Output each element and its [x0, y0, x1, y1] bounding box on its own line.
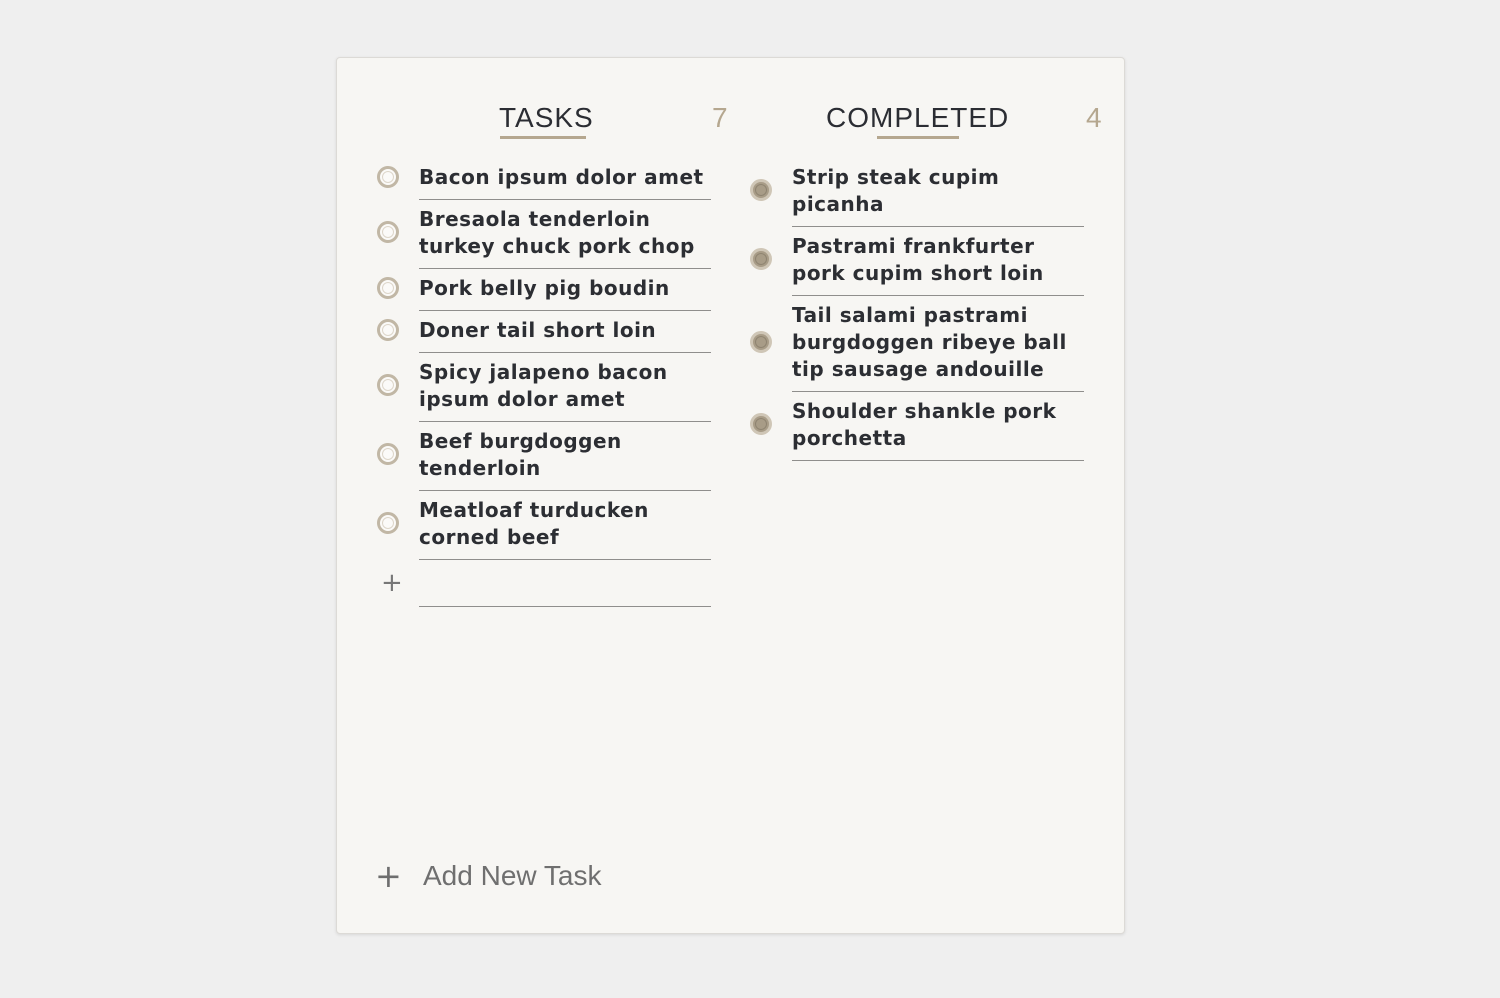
plus-icon: +: [375, 857, 402, 895]
completed-label: Shoulder shankle pork porchetta: [792, 399, 1057, 450]
task-item[interactable]: Spicy jalapeno bacon ipsum dolor amet: [377, 353, 711, 422]
completed-label: Tail salami pastrami burgdoggen ribeye b…: [792, 303, 1067, 381]
tasks-title-underline: [500, 136, 586, 139]
task-checkbox[interactable]: [377, 512, 399, 534]
task-item[interactable]: Pork belly pig boudin: [377, 269, 711, 311]
tasks-count: 7: [712, 102, 728, 133]
completed-item[interactable]: Pastrami frankfurter pork cupim short lo…: [750, 227, 1084, 296]
completed-item[interactable]: Strip steak cupim picanha: [750, 158, 1084, 227]
task-item[interactable]: Doner tail short loin: [377, 311, 711, 353]
completed-list: Strip steak cupim picanha Pastrami frank…: [710, 158, 1084, 461]
completed-checkbox[interactable]: [750, 248, 772, 270]
completed-label: Pastrami frankfurter pork cupim short lo…: [792, 234, 1044, 285]
task-label: Bacon ipsum dolor amet: [419, 165, 704, 189]
tasks-title: TASKS: [499, 102, 594, 133]
plus-icon[interactable]: +: [381, 568, 403, 598]
completed-item[interactable]: Tail salami pastrami burgdoggen ribeye b…: [750, 296, 1084, 392]
completed-count: 4: [1086, 102, 1102, 133]
task-label: Spicy jalapeno bacon ipsum dolor amet: [419, 360, 668, 411]
completed-title-underline: [877, 136, 959, 139]
task-checkbox[interactable]: [377, 165, 399, 188]
task-item[interactable]: Bacon ipsum dolor amet: [377, 158, 711, 200]
task-label: Doner tail short loin: [419, 318, 657, 342]
completed-checkbox[interactable]: [750, 330, 772, 353]
task-label: Beef burgdoggen tenderloin: [419, 429, 622, 480]
task-checkbox[interactable]: [377, 443, 399, 465]
task-label: Pork belly pig boudin: [419, 276, 670, 300]
completed-label: Strip steak cupim picanha: [792, 165, 1000, 216]
task-item[interactable]: Beef burgdoggen tenderloin: [377, 422, 711, 491]
task-checkbox[interactable]: [377, 221, 399, 243]
task-checkbox[interactable]: [377, 374, 399, 396]
tasks-list: Bacon ipsum dolor amet Bresaola tenderlo…: [337, 158, 711, 607]
tasks-header: TASKS 7: [337, 102, 737, 152]
completed-header: COMPLETED 4: [737, 102, 1126, 152]
completed-checkbox[interactable]: [750, 413, 772, 435]
todo-card: TASKS 7 COMPLETED 4 Bacon ipsum dolor am…: [336, 57, 1125, 934]
task-checkbox[interactable]: [377, 276, 399, 299]
task-item[interactable]: Meatloaf turducken corned beef: [377, 491, 711, 560]
task-label: Meatloaf turducken corned beef: [419, 498, 649, 549]
add-task-inline-input[interactable]: +: [381, 560, 711, 607]
task-label: Bresaola tenderloin turkey chuck pork ch…: [419, 207, 695, 258]
task-item[interactable]: Bresaola tenderloin turkey chuck pork ch…: [377, 200, 711, 269]
task-checkbox[interactable]: [377, 318, 399, 341]
completed-title: COMPLETED: [826, 102, 1010, 133]
completed-checkbox[interactable]: [750, 179, 772, 201]
add-new-task-label: Add New Task: [423, 860, 602, 891]
completed-item[interactable]: Shoulder shankle pork porchetta: [750, 392, 1084, 461]
